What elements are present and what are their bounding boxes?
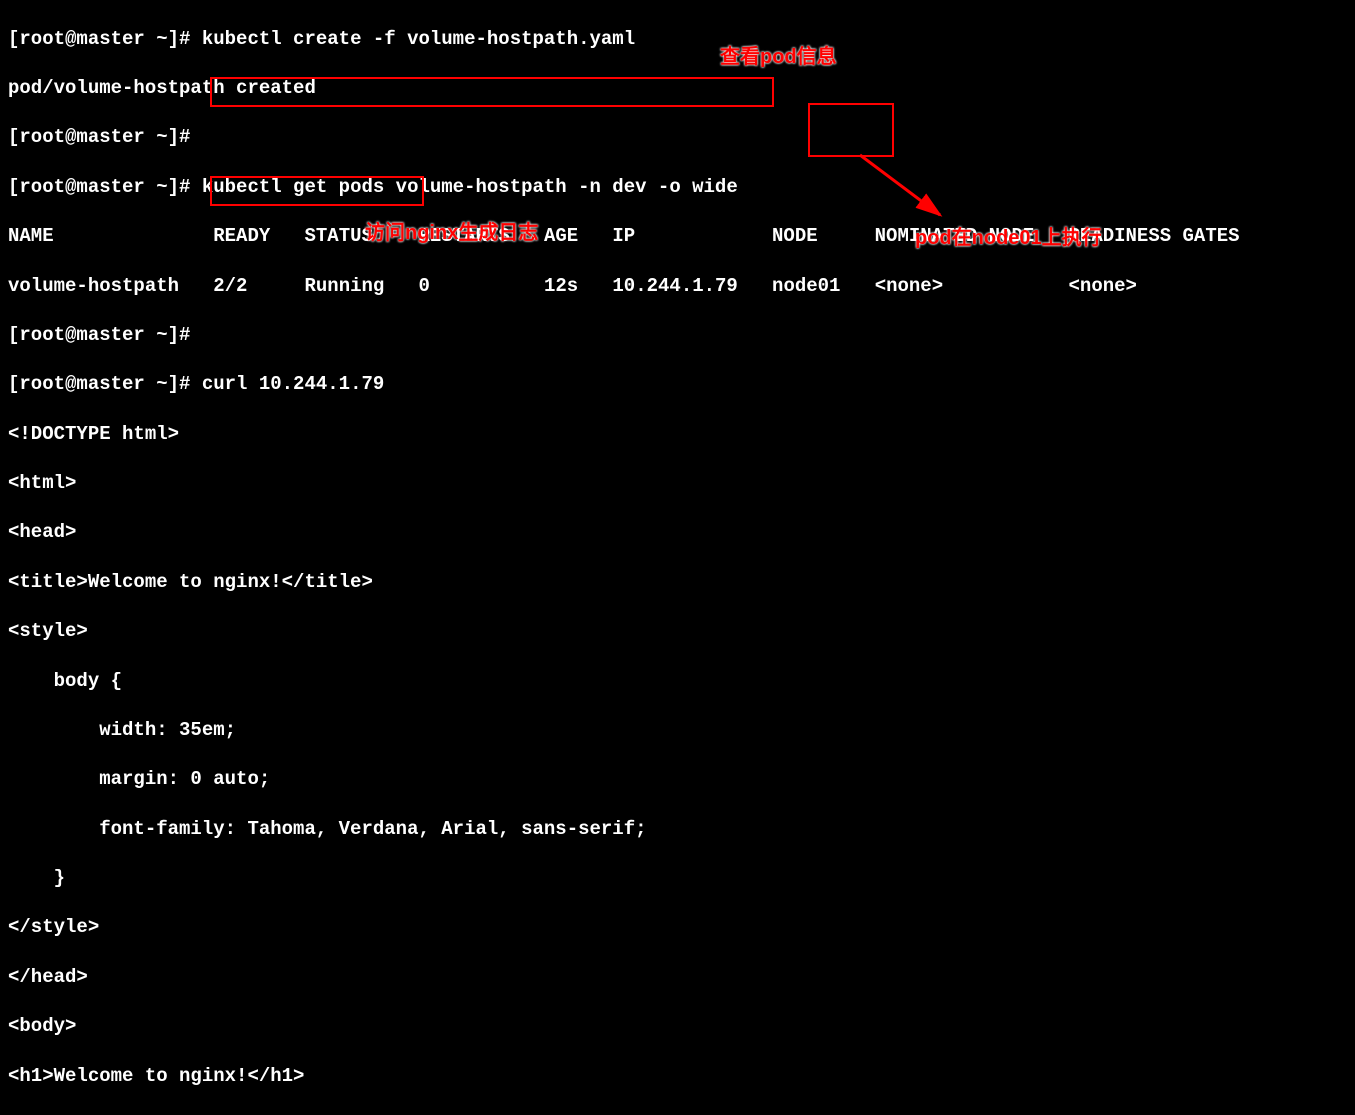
output-line: width: 35em; <box>8 718 1347 743</box>
prompt: [root@master ~]# <box>8 373 202 395</box>
cmd-curl: curl 10.244.1.79 <box>202 373 384 395</box>
col-node: NODE <box>772 225 818 247</box>
val-ready: 2/2 <box>213 275 247 297</box>
output-line: body { <box>8 669 1347 694</box>
col-status: STATUS <box>304 225 372 247</box>
cmd-create: kubectl create -f volume-hostpath.yaml <box>202 28 635 50</box>
prompt: [root@master ~]# <box>8 176 202 198</box>
output-line: <body> <box>8 1014 1347 1039</box>
col-age: AGE <box>544 225 578 247</box>
val-age: 12s <box>544 275 578 297</box>
val-ip: 10.244.1.79 <box>612 275 737 297</box>
output-line: <h1>Welcome to nginx!</h1> <box>8 1064 1347 1089</box>
val-readiness: <none> <box>1069 275 1137 297</box>
prompt: [root@master ~]# <box>8 28 202 50</box>
val-restarts: 0 <box>419 275 430 297</box>
prompt: [root@master ~]# <box>8 126 202 148</box>
col-ip: IP <box>612 225 635 247</box>
col-name: NAME <box>8 225 54 247</box>
output-line: margin: 0 auto; <box>8 767 1347 792</box>
val-status: Running <box>304 275 384 297</box>
col-ready: READY <box>213 225 270 247</box>
output-line: <!DOCTYPE html> <box>8 422 1347 447</box>
output-line: <head> <box>8 520 1347 545</box>
output-line: <html> <box>8 471 1347 496</box>
output-line: </head> <box>8 965 1347 990</box>
terminal-output[interactable]: [root@master ~]# kubectl create -f volum… <box>0 0 1355 1115</box>
output-created: pod/volume-hostpath created <box>8 76 1347 101</box>
val-nominated: <none> <box>875 275 943 297</box>
output-line: <title>Welcome to nginx!</title> <box>8 570 1347 595</box>
output-line: <style> <box>8 619 1347 644</box>
cmd-get-pods: kubectl get pods volume-hostpath -n dev … <box>202 176 738 198</box>
annotation-nginx-log: 访问nginx生成日志 <box>365 220 538 246</box>
val-node: node01 <box>772 275 840 297</box>
output-line: </style> <box>8 915 1347 940</box>
val-name: volume-hostpath <box>8 275 179 297</box>
prompt: [root@master ~]# <box>8 324 202 346</box>
output-line: font-family: Tahoma, Verdana, Arial, san… <box>8 817 1347 842</box>
annotation-pod-node: pod在node01上执行 <box>915 225 1102 251</box>
annotation-view-pod: 查看pod信息 <box>720 44 837 70</box>
table-header: NAME READY STATUS RESTARTS AGE IP NODE N… <box>8 224 1347 249</box>
output-line: } <box>8 866 1347 891</box>
table-row: volume-hostpath 2/2 Running 0 12s 10.244… <box>8 274 1347 299</box>
